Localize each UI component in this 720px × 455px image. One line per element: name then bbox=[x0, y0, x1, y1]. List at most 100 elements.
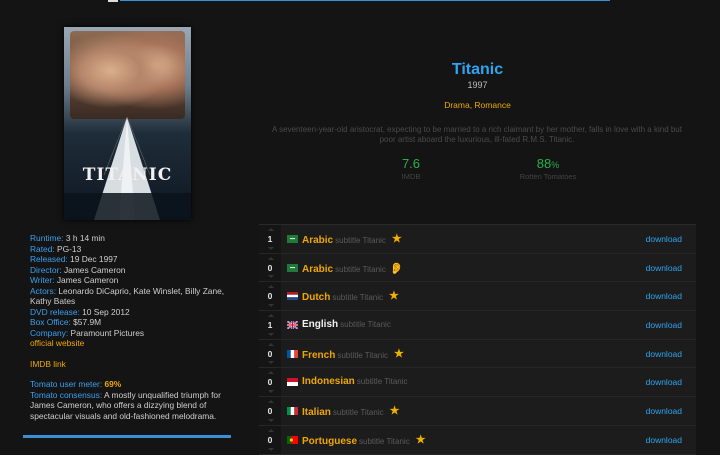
imdb-rating: 7.6 IMDB bbox=[381, 156, 441, 181]
subtitle-language[interactable]: Dutch subtitle Titanic ★ bbox=[302, 290, 399, 303]
subtitle-row[interactable]: 0 Indonesian subtitle Titanic download bbox=[259, 368, 696, 398]
vote-count: 0 bbox=[267, 291, 273, 302]
download-link[interactable]: download bbox=[646, 234, 682, 244]
download-link[interactable]: download bbox=[646, 406, 682, 416]
upvote-icon[interactable] bbox=[268, 371, 274, 375]
downvote-icon[interactable] bbox=[268, 246, 274, 250]
vote-count: 1 bbox=[267, 234, 273, 244]
subtitle-row[interactable]: 0 Italian subtitle Titanic ★ download bbox=[259, 397, 696, 426]
official-website-link[interactable]: official website bbox=[30, 338, 84, 348]
vote-column: 0 bbox=[259, 425, 281, 454]
subtitle-language[interactable]: Arabic subtitle Titanic ★ bbox=[302, 233, 402, 246]
actors-value: Leonardo DiCaprio, Kate Winslet, Billy Z… bbox=[30, 285, 225, 307]
subtitle-row[interactable]: 1 English subtitle Titanic download bbox=[259, 311, 696, 340]
language-name: Dutch bbox=[302, 292, 331, 304]
upvote-icon[interactable] bbox=[268, 342, 274, 346]
download-link[interactable]: download bbox=[646, 320, 682, 330]
download-link[interactable]: download bbox=[646, 377, 682, 387]
flag-sa-icon bbox=[287, 263, 298, 272]
vote-count: 0 bbox=[267, 348, 273, 359]
company-label: Company: bbox=[30, 327, 69, 338]
movie-info: Runtime: 3 h 14 min Rated: PG-13 Release… bbox=[30, 233, 235, 421]
tomato-consensus-label: Tomato consensus: bbox=[30, 389, 103, 400]
language-name: Arabic bbox=[302, 263, 334, 275]
subtitle-language[interactable]: French subtitle Titanic ★ bbox=[302, 348, 404, 361]
download-link[interactable]: download bbox=[646, 435, 682, 445]
tomato-meter-value: 69% bbox=[104, 379, 122, 389]
star-icon: ★ bbox=[415, 433, 426, 446]
download-link[interactable]: download bbox=[646, 349, 682, 359]
language-name: Portuguese bbox=[302, 435, 358, 447]
downvote-icon[interactable] bbox=[268, 275, 274, 279]
download-link[interactable]: download bbox=[646, 291, 682, 301]
subtitle-label: subtitle Titanic bbox=[356, 377, 408, 387]
subtitle-row[interactable]: 0 Dutch subtitle Titanic ★ download bbox=[259, 282, 696, 312]
subtitle-row[interactable]: 0 Arabic subtitle Titanic 👂 download bbox=[259, 253, 696, 283]
flag-id-icon bbox=[287, 378, 298, 387]
star-icon: ★ bbox=[391, 233, 402, 245]
subtitle-label: subtitle Titanic bbox=[332, 293, 384, 303]
subtitle-row[interactable]: 0 Portuguese subtitle Titanic ★ download bbox=[259, 425, 696, 455]
subtitle-language[interactable]: Arabic subtitle Titanic 👂 bbox=[302, 262, 404, 275]
downvote-icon[interactable] bbox=[268, 332, 274, 336]
director-value: James Cameron bbox=[63, 264, 126, 275]
actors-label: Actors: bbox=[30, 285, 57, 296]
subtitle-table: 1 Arabic subtitle Titanic ★ download 0 Arabic s… bbox=[259, 224, 696, 455]
released-value: 19 Dec 1997 bbox=[70, 254, 118, 264]
upvote-icon[interactable] bbox=[268, 228, 274, 231]
poster-faces bbox=[70, 31, 185, 119]
vote-column: 0 bbox=[259, 282, 281, 311]
language-name: French bbox=[302, 349, 336, 361]
flag-gb-icon bbox=[287, 321, 298, 330]
downvote-icon[interactable] bbox=[268, 418, 274, 422]
downvote-icon[interactable] bbox=[268, 447, 274, 451]
subtitle-label: subtitle Titanic bbox=[337, 350, 389, 360]
released-label: Released: bbox=[30, 254, 68, 264]
downvote-icon[interactable] bbox=[268, 390, 274, 394]
subtitle-label: subtitle Titanic bbox=[335, 264, 386, 274]
movie-year: 1997 bbox=[467, 80, 488, 90]
subtitle-label: subtitle Titanic bbox=[359, 436, 410, 446]
runtime-value: 3 h 14 min bbox=[65, 233, 105, 243]
upvote-icon[interactable] bbox=[268, 256, 274, 260]
rated-value: PG-13 bbox=[57, 243, 82, 254]
poster-title-text: TITANIC bbox=[82, 165, 173, 185]
imdb-link[interactable]: IMDB link bbox=[30, 359, 66, 369]
subtitle-row[interactable]: 1 Arabic subtitle Titanic ★ download bbox=[259, 224, 696, 254]
tomato-rating-unit: % bbox=[551, 160, 560, 170]
upvote-icon[interactable] bbox=[268, 428, 274, 432]
subtitle-language[interactable]: Portuguese subtitle Titanic ★ bbox=[302, 434, 426, 447]
downvote-icon[interactable] bbox=[268, 361, 274, 365]
upvote-icon[interactable] bbox=[268, 400, 274, 404]
flag-it-icon bbox=[287, 407, 298, 416]
upvote-icon[interactable] bbox=[268, 314, 274, 318]
subtitle-label: subtitle Titanic bbox=[335, 236, 386, 245]
runtime-label: Runtime: bbox=[30, 233, 64, 243]
flag-fr-icon bbox=[287, 349, 298, 358]
subtitle-language[interactable]: English subtitle Titanic bbox=[302, 319, 391, 330]
language-name: Arabic bbox=[302, 235, 334, 246]
movie-genres: Drama, Romance bbox=[444, 100, 511, 110]
vote-count: 0 bbox=[267, 377, 273, 388]
upvote-icon[interactable] bbox=[268, 285, 274, 289]
star-icon: ★ bbox=[389, 290, 399, 303]
top-marker bbox=[108, 0, 118, 2]
hearing-impaired-icon: 👂 bbox=[389, 262, 404, 275]
subtitle-language[interactable]: Italian subtitle Titanic ★ bbox=[302, 405, 399, 418]
download-link[interactable]: download bbox=[646, 263, 682, 273]
vote-column: 0 bbox=[259, 368, 281, 397]
language-name: Indonesian bbox=[302, 376, 355, 388]
company-value: Paramount Pictures bbox=[70, 327, 145, 338]
movie-poster: TITANIC bbox=[64, 27, 191, 220]
subtitle-row[interactable]: 0 French subtitle Titanic ★ download bbox=[259, 339, 696, 369]
flag-nl-icon bbox=[287, 292, 298, 301]
flag-sa-icon bbox=[287, 235, 298, 243]
dvd-label: DVD release: bbox=[30, 306, 80, 317]
vote-column: 0 bbox=[259, 339, 281, 368]
top-divider bbox=[120, 0, 610, 1]
tomato-rating: 88% Rotten Tomatoes bbox=[512, 156, 584, 181]
subtitle-language[interactable]: Indonesian subtitle Titanic bbox=[302, 376, 408, 387]
language-name: Italian bbox=[302, 407, 331, 419]
boxoffice-value: $57.9M bbox=[73, 317, 102, 327]
downvote-icon[interactable] bbox=[268, 304, 274, 308]
